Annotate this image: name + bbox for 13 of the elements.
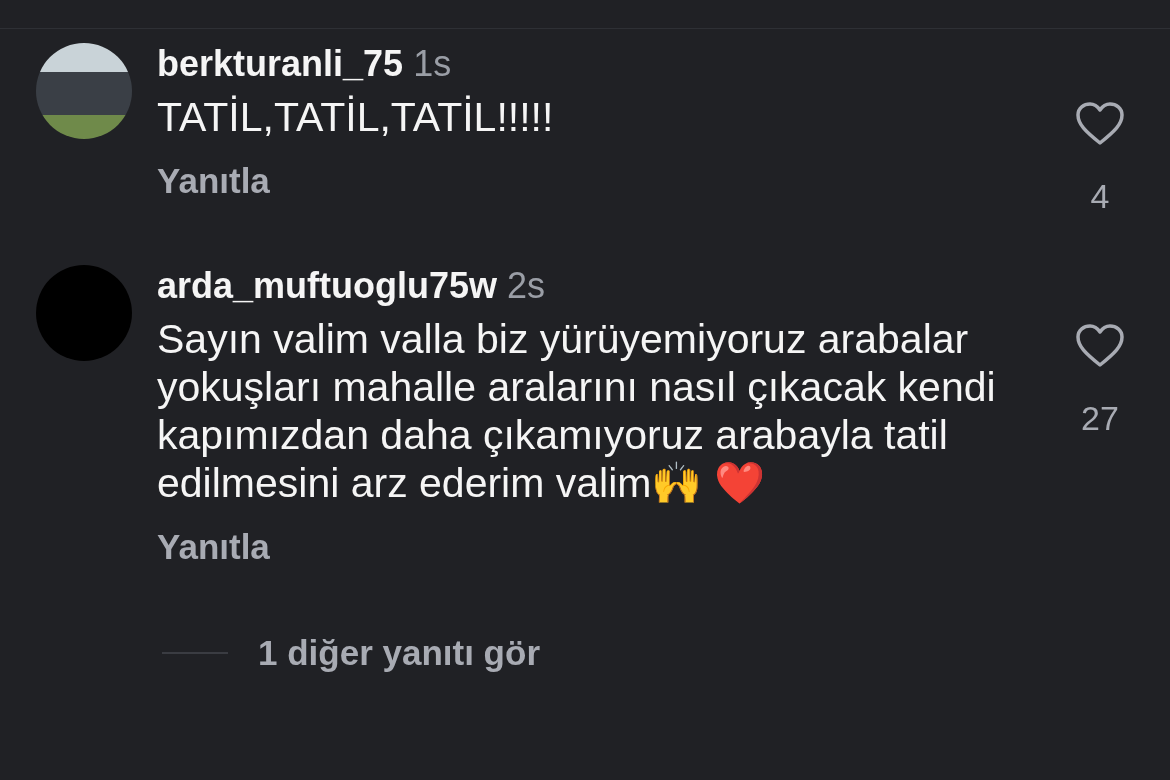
- reply-link[interactable]: Yanıtla: [157, 161, 270, 201]
- comment-time: 1s: [413, 43, 452, 85]
- comment-text: Sayın valim valla biz yürüyemiyoruz arabalar yokuşları mahalle aralarını nasıl çıkacak kendi kapımızdan daha çıkamıyoruz arabayla tatil edilmesini arz ederim valim🙌 ❤: [157, 315, 997, 507]
- comment-text: TATİL,TATİL,TATİL!!!!!: [157, 93, 555, 141]
- like-count: 4: [1090, 177, 1110, 216]
- heart-icon[interactable]: [1075, 101, 1125, 147]
- like-count: 27: [1081, 399, 1119, 438]
- reply-link[interactable]: Yanıtla: [157, 527, 270, 567]
- heart-icon[interactable]: [1075, 323, 1125, 369]
- view-replies-link[interactable]: 1 diğer yanıtı gör: [258, 633, 540, 673]
- username[interactable]: arda_muftuoglu75w: [157, 265, 498, 307]
- username[interactable]: berkturanli_75: [157, 43, 404, 85]
- comment-time: 2s: [507, 265, 546, 307]
